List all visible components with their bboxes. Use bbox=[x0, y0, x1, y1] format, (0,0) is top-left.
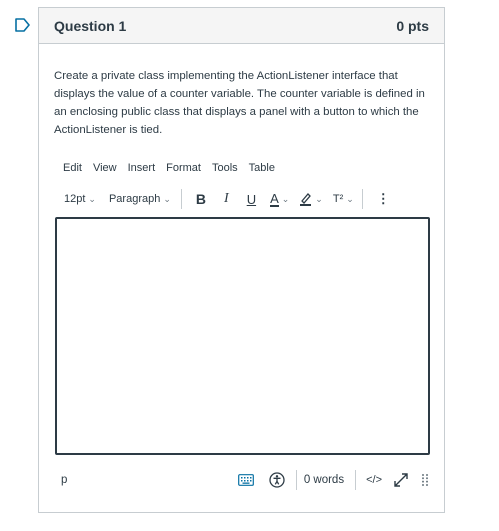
font-size-value: 12pt bbox=[64, 193, 86, 205]
underline-icon: U bbox=[246, 191, 257, 207]
menu-table[interactable]: Table bbox=[249, 162, 275, 174]
editor-menubar: Edit View Insert Format Tools Table bbox=[63, 162, 286, 174]
bold-button[interactable]: B bbox=[196, 191, 206, 207]
superscript-icon: T² bbox=[332, 193, 344, 205]
editor-statusbar: p 0 words </> bbox=[54, 469, 429, 491]
question-text: Create a private class implementing the … bbox=[54, 70, 425, 136]
block-format-select[interactable]: Paragraph ⌄ bbox=[109, 193, 171, 205]
chevron-down-icon: ⌄ bbox=[163, 193, 171, 204]
question-card: Question 1 0 pts Create a private class … bbox=[38, 7, 445, 513]
chevron-down-icon: ⌄ bbox=[346, 193, 354, 204]
menu-view[interactable]: View bbox=[93, 162, 117, 174]
element-path[interactable]: p bbox=[61, 474, 67, 486]
rich-text-editor-area[interactable] bbox=[55, 217, 430, 455]
keyboard-icon[interactable] bbox=[237, 474, 254, 486]
chevron-down-icon: ⌄ bbox=[88, 193, 96, 204]
bold-icon: B bbox=[195, 191, 207, 207]
question-title: Question 1 bbox=[54, 17, 127, 34]
editor-toolbar: 12pt ⌄ Paragraph ⌄ B I U A ⌄ ⌄ T² ⌄ ⋮ bbox=[54, 188, 424, 210]
font-size-select[interactable]: 12pt ⌄ bbox=[64, 193, 96, 205]
menu-edit[interactable]: Edit bbox=[63, 162, 82, 174]
resize-handle-icon[interactable] bbox=[421, 473, 429, 487]
highlighter-icon bbox=[300, 193, 312, 206]
toolbar-divider bbox=[361, 189, 363, 209]
menu-format[interactable]: Format bbox=[166, 162, 201, 174]
html-editor-toggle[interactable]: </> bbox=[366, 474, 382, 486]
fullscreen-icon[interactable] bbox=[393, 472, 409, 488]
italic-button[interactable]: I bbox=[224, 191, 229, 207]
word-count[interactable]: 0 words bbox=[304, 474, 344, 486]
text-color-icon: A bbox=[270, 190, 279, 207]
menu-insert[interactable]: Insert bbox=[128, 162, 156, 174]
more-vertical-icon: ⋮ bbox=[376, 191, 390, 206]
chevron-down-icon: ⌄ bbox=[281, 193, 290, 204]
question-header: Question 1 0 pts bbox=[39, 8, 444, 44]
statusbar-divider bbox=[295, 470, 297, 490]
question-points: 0 pts bbox=[396, 17, 429, 34]
superscript-button[interactable]: T² ⌄ bbox=[333, 193, 354, 205]
toolbar-divider bbox=[180, 189, 182, 209]
statusbar-divider bbox=[355, 470, 357, 490]
text-color-button[interactable]: A ⌄ bbox=[270, 192, 289, 207]
menu-tools[interactable]: Tools bbox=[212, 162, 238, 174]
chevron-down-icon: ⌄ bbox=[315, 193, 323, 204]
accessibility-icon[interactable] bbox=[269, 472, 285, 488]
more-options-button[interactable]: ⋮ bbox=[377, 191, 390, 207]
bookmark-flag-icon[interactable] bbox=[15, 18, 30, 32]
underline-button[interactable]: U bbox=[247, 192, 256, 207]
block-format-value: Paragraph bbox=[108, 193, 161, 205]
italic-icon: I bbox=[224, 191, 229, 206]
highlight-color-button[interactable]: ⌄ bbox=[299, 192, 323, 206]
